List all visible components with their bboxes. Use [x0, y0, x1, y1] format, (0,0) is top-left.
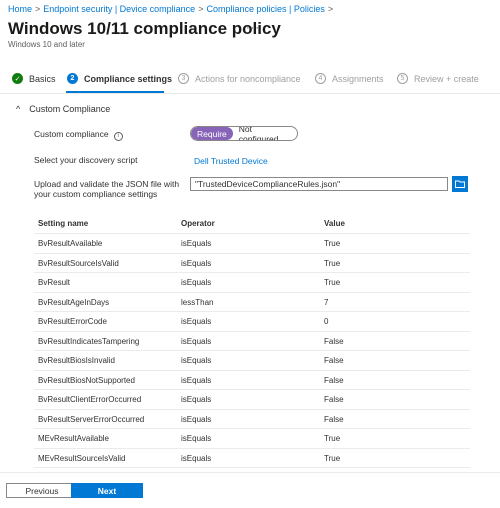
require-option[interactable]: Require	[191, 127, 233, 140]
wizard-footer: Previous Next	[0, 472, 500, 508]
table-row: BvResultAgeInDays lessThan 7	[34, 293, 470, 312]
breadcrumb: Home > Endpoint security | Device complian…	[8, 4, 336, 14]
previous-button[interactable]: Previous	[6, 483, 78, 498]
page-title: Windows 10/11 compliance policy	[8, 19, 281, 38]
compliance-settings-table: Setting name Operator Value BvResultAvai…	[34, 214, 470, 468]
custom-compliance-toggle: Require Not configured	[190, 126, 298, 141]
step-review-create[interactable]: 5 Review + create	[397, 73, 479, 84]
step-number: 3	[178, 73, 189, 84]
table-row: BvResultAvailable isEquals True	[34, 234, 470, 254]
step-label: Assignments	[332, 73, 384, 84]
step-label: Actions for noncompliance	[195, 73, 301, 84]
discovery-script-link[interactable]: Dell Trusted Device	[194, 156, 268, 166]
table-row: BvResultServerErrorOccurred isEquals False	[34, 410, 470, 429]
section-title: Custom Compliance	[29, 104, 111, 114]
chevron-up-icon: ^	[16, 104, 21, 114]
checkmark-icon: ✓	[12, 73, 23, 84]
step-number: 2	[67, 73, 78, 84]
custom-compliance-section-toggle[interactable]: ^ Custom Compliance	[16, 104, 110, 114]
column-header-value: Value	[324, 219, 345, 228]
breadcrumb-separator: >	[327, 4, 334, 14]
table-row: BvResultErrorCode isEquals 0	[34, 312, 470, 332]
table-row: BvResultClientErrorOccurred isEquals False	[34, 390, 470, 410]
custom-compliance-label: Custom compliance i	[34, 129, 123, 141]
step-actions-noncompliance[interactable]: 3 Actions for noncompliance	[178, 73, 301, 84]
wizard-steps: ✓ Basics 2 Compliance settings 3 Actions…	[0, 66, 500, 94]
breadcrumb-separator: >	[198, 4, 204, 14]
discovery-script-label: Select your discovery script	[34, 155, 138, 165]
step-number: 4	[315, 73, 326, 84]
table-row: BvResultSourceIsValid isEquals True	[34, 254, 470, 273]
table-row: BvResultBiosIsInvalid isEquals False	[34, 351, 470, 371]
page-subtitle: Windows 10 and later	[8, 40, 85, 49]
step-assignments[interactable]: 4 Assignments	[315, 73, 384, 84]
step-number: 5	[397, 73, 408, 84]
browse-folder-button[interactable]	[452, 176, 468, 192]
step-label: Review + create	[414, 73, 479, 84]
info-icon[interactable]: i	[113, 132, 123, 141]
column-header-operator: Operator	[181, 219, 215, 228]
table-row: BvResultBiosNotSupported isEquals False	[34, 371, 470, 390]
upload-json-label: Upload and validate the JSON file with y…	[34, 179, 180, 199]
breadcrumb-compliance-policies[interactable]: Compliance policies | Policies	[206, 4, 324, 14]
next-button[interactable]: Next	[71, 483, 143, 498]
step-basics[interactable]: ✓ Basics	[12, 73, 56, 84]
not-configured-option[interactable]: Not configured	[233, 127, 297, 140]
table-row: BvResultIndicatesTampering isEquals False	[34, 332, 470, 351]
step-compliance-settings[interactable]: 2 Compliance settings	[67, 73, 172, 84]
column-header-setting: Setting name	[38, 219, 89, 228]
table-row: MEvResultAvailable isEquals True	[34, 429, 470, 449]
active-step-indicator	[66, 91, 164, 93]
table-row: BvResult isEquals True	[34, 273, 470, 293]
step-label: Basics	[29, 73, 56, 84]
breadcrumb-separator: >	[35, 4, 41, 14]
folder-icon	[455, 180, 465, 188]
json-file-field[interactable]	[190, 177, 448, 191]
more-options-icon[interactable]: ···	[246, 22, 260, 34]
breadcrumb-home[interactable]: Home	[8, 4, 32, 14]
breadcrumb-device-compliance[interactable]: Endpoint security | Device compliance	[43, 4, 195, 14]
table-header: Setting name Operator Value	[34, 214, 470, 234]
step-label: Compliance settings	[84, 73, 173, 84]
table-row: MEvResultSourceIsValid isEquals True	[34, 449, 470, 468]
